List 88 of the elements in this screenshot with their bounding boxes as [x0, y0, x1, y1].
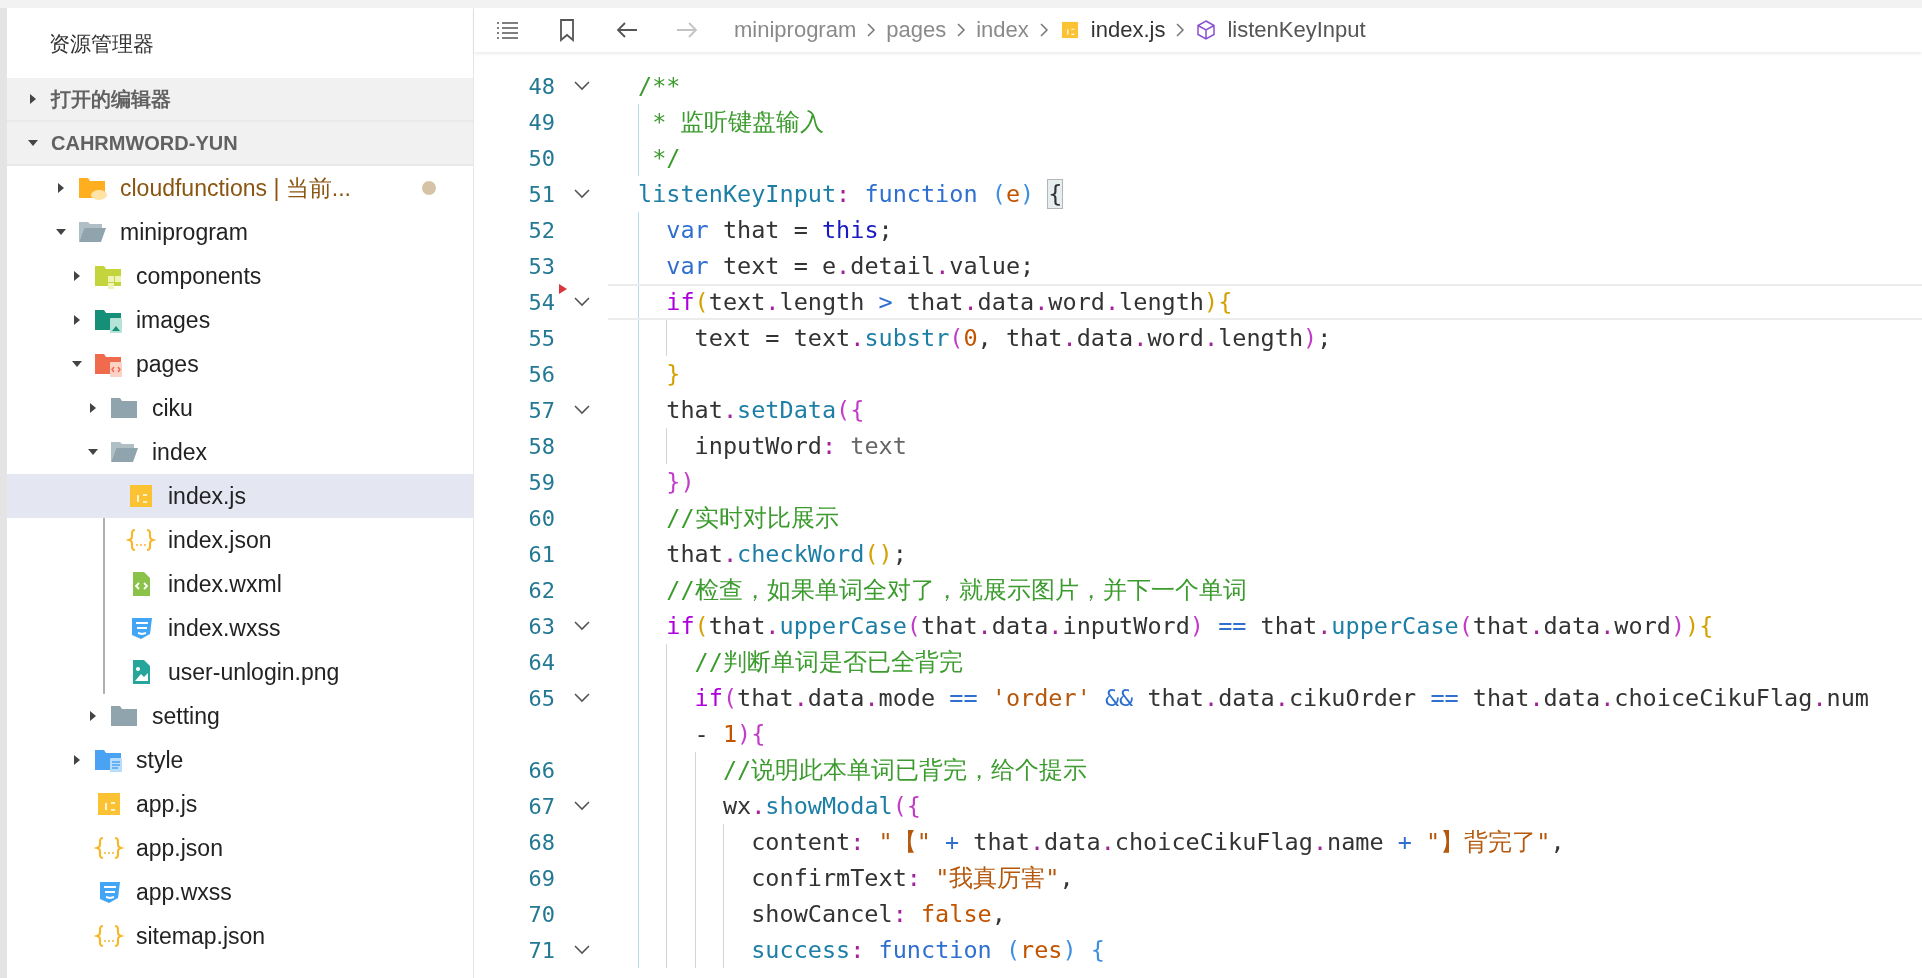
line-number: 67 — [527, 793, 555, 819]
chevron-down-icon[interactable] — [572, 692, 591, 704]
tree-item[interactable]: style — [7, 738, 473, 782]
chevron-down-icon[interactable] — [572, 80, 591, 92]
breadcrumb-item[interactable]: index.js — [1058, 17, 1166, 43]
line-number: 48 — [527, 73, 555, 99]
code-line: text = text.substr(0, that.data.word.length); — [693, 324, 1332, 352]
line-number: 69 — [527, 865, 555, 891]
line-number: 55 — [527, 325, 555, 351]
line-number: 70 — [527, 901, 555, 927]
braces-icon — [94, 922, 124, 950]
code-line: inputWord: text — [693, 432, 907, 460]
line-number: 64 — [527, 649, 555, 675]
code-line: if(that.data.mode == 'order' && that.data.cikuOrder == that.data.choiceCikuFlag.num — [693, 684, 1869, 712]
code-line: that.setData({ — [665, 396, 865, 424]
tree-item[interactable]: ciku — [7, 386, 473, 430]
code-line: //判断单词是否已全背完 — [693, 647, 963, 678]
line-number: 62 — [527, 577, 555, 603]
tree-item[interactable]: sitemap.json — [7, 914, 473, 958]
code-line: wx.showModal({ — [721, 792, 921, 820]
tree-item[interactable]: index — [7, 430, 473, 474]
tree-item[interactable]: index.wxml — [7, 562, 473, 606]
code-line: */ — [651, 144, 681, 172]
code-line: var that = this; — [665, 216, 893, 244]
line-number: 58 — [527, 433, 555, 459]
code-line: //检查，如果单词全对了，就展示图片，并下一个单词 — [665, 575, 1247, 606]
code-line: content: "【" + that.data.choiceCikuFlag.name + "】背完了", — [750, 827, 1565, 858]
line-number: 63 — [527, 613, 555, 639]
line-number: 60 — [527, 505, 555, 531]
line-number: 54 — [527, 289, 555, 315]
tree-item[interactable]: index.json — [7, 518, 473, 562]
chevron-down-icon[interactable] — [572, 188, 591, 200]
tree-item[interactable]: setting — [7, 694, 473, 738]
chevron-right-icon — [1037, 22, 1050, 38]
line-number: 57 — [527, 397, 555, 423]
code-line: confirmText: "我真厉害", — [750, 863, 1074, 894]
tree-item[interactable]: index.wxss — [7, 606, 473, 650]
code-line: if(text.length > that.data.word.length){ — [665, 288, 1233, 316]
code-line: /** — [638, 72, 681, 100]
line-number: 65 — [527, 685, 555, 711]
chevron-down-icon[interactable] — [572, 944, 591, 956]
code-line: //实时对比展示 — [665, 503, 839, 534]
line-number: 52 — [527, 217, 555, 243]
explorer-title: 资源管理器 — [48, 31, 155, 56]
line-number: 53 — [527, 253, 555, 279]
tree-item[interactable]: images — [7, 298, 473, 342]
code-line: * 监听键盘输入 — [651, 107, 825, 138]
line-number: 68 — [527, 829, 555, 855]
chevron-down-icon[interactable] — [572, 800, 591, 812]
code-line: that.checkWord(); — [665, 540, 907, 568]
tree-item[interactable]: pages — [7, 342, 473, 386]
tree-item[interactable]: app.json — [7, 826, 473, 870]
chevron-down-icon[interactable] — [572, 620, 591, 632]
code-line: - 1){ — [693, 720, 766, 748]
tree-item[interactable]: app.js — [7, 782, 473, 826]
braces-icon — [94, 834, 124, 862]
line-number: 51 — [527, 181, 555, 207]
chevron-down-icon[interactable] — [572, 404, 591, 416]
code-line: listenKeyInput: function (e) { — [638, 180, 1063, 208]
chevron-right-icon — [865, 22, 878, 38]
code-line: }) — [665, 468, 695, 496]
line-number: 66 — [527, 757, 555, 783]
chevron-right-icon — [1174, 22, 1187, 38]
line-number: 56 — [527, 361, 555, 387]
section-header[interactable]: CAHRMWORD-YUN — [7, 122, 473, 166]
tree-item[interactable]: miniprogram — [7, 210, 473, 254]
tree-item[interactable]: app.wxss — [7, 870, 473, 914]
line-number: 71 — [527, 937, 555, 963]
tree-item[interactable]: components — [7, 254, 473, 298]
breadcrumb-item[interactable]: listenKeyInput — [1195, 17, 1366, 43]
line-number: 61 — [527, 541, 555, 567]
code-line: //说明此本单词已背完，给个提示 — [721, 755, 1088, 786]
code-line: success: function (res) { — [750, 936, 1105, 964]
tree-item[interactable]: cloudfunctions | 当前... — [7, 166, 473, 210]
section-header[interactable]: 打开的编辑器 — [7, 78, 473, 122]
braces-icon — [126, 526, 156, 554]
cube-icon — [1195, 19, 1218, 41]
code-line: showCancel: false, — [750, 900, 1006, 928]
line-number: 50 — [527, 145, 555, 171]
code-line: if(that.upperCase(that.data.inputWord) == that.upperCase(that.data.word)){ — [665, 612, 1714, 640]
code-line: var text = e.detail.value; — [665, 252, 1035, 280]
code-line: } — [665, 360, 681, 388]
chevron-down-icon[interactable] — [572, 296, 591, 308]
tree-item[interactable]: user-unlogin.png — [7, 650, 473, 694]
tree-item[interactable]: index.js — [7, 474, 473, 518]
chevron-right-icon — [955, 22, 968, 38]
line-number: 49 — [527, 109, 555, 135]
line-number: 59 — [527, 469, 555, 495]
